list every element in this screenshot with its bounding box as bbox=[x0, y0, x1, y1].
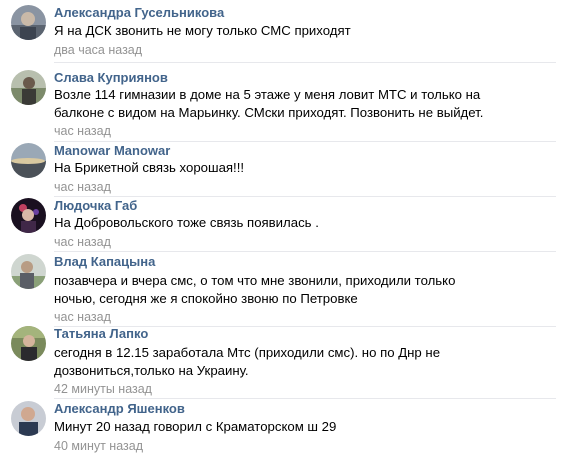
comment-author[interactable]: Александр Яшенков bbox=[54, 401, 185, 417]
comment-time[interactable]: 42 минуты назад bbox=[54, 381, 152, 397]
comment-time[interactable]: час назад bbox=[54, 234, 111, 250]
comment-author[interactable]: Manowar Manowar bbox=[54, 143, 170, 159]
comment-author[interactable]: Людочка Габ bbox=[54, 198, 137, 214]
comment-author[interactable]: Влад Капацына bbox=[54, 254, 155, 270]
comment-time[interactable]: час назад bbox=[54, 123, 111, 139]
divider bbox=[54, 62, 556, 63]
avatar[interactable] bbox=[11, 198, 46, 233]
avatar[interactable] bbox=[11, 143, 46, 178]
divider bbox=[54, 398, 556, 399]
comment-author[interactable]: Татьяна Лапко bbox=[54, 326, 148, 342]
comment-author[interactable]: Александра Гусельникова bbox=[54, 5, 224, 21]
comment-time[interactable]: час назад bbox=[54, 309, 111, 325]
avatar[interactable] bbox=[11, 254, 46, 289]
avatar[interactable] bbox=[11, 70, 46, 105]
divider bbox=[54, 141, 556, 142]
avatar[interactable] bbox=[11, 401, 46, 436]
comment-time[interactable]: 40 минут назад bbox=[54, 438, 143, 454]
divider bbox=[54, 251, 556, 252]
comment-text: позавчера и вчера смс, о том что мне зво… bbox=[54, 273, 456, 306]
comment-text: Минут 20 назад говорил с Краматорском ш … bbox=[54, 419, 337, 434]
comment-text: На Брикетной связь хорошая!!! bbox=[54, 160, 245, 175]
avatar[interactable] bbox=[11, 326, 46, 361]
avatar[interactable] bbox=[11, 5, 46, 40]
comment-text: Возле 114 гимназии в доме на 5 этаже у м… bbox=[54, 87, 484, 120]
comment-text: сегодня в 12.15 заработала Мтс (приходил… bbox=[54, 345, 441, 378]
divider bbox=[54, 196, 556, 197]
comment-author[interactable]: Слава Куприянов bbox=[54, 70, 168, 86]
comment-time[interactable]: два часа назад bbox=[54, 42, 142, 58]
comment-text: На Добровольского тоже связь появилась . bbox=[54, 215, 319, 230]
comment-text: Я на ДСК звонить не могу только СМС прих… bbox=[54, 23, 351, 38]
comment-time[interactable]: час назад bbox=[54, 179, 111, 195]
